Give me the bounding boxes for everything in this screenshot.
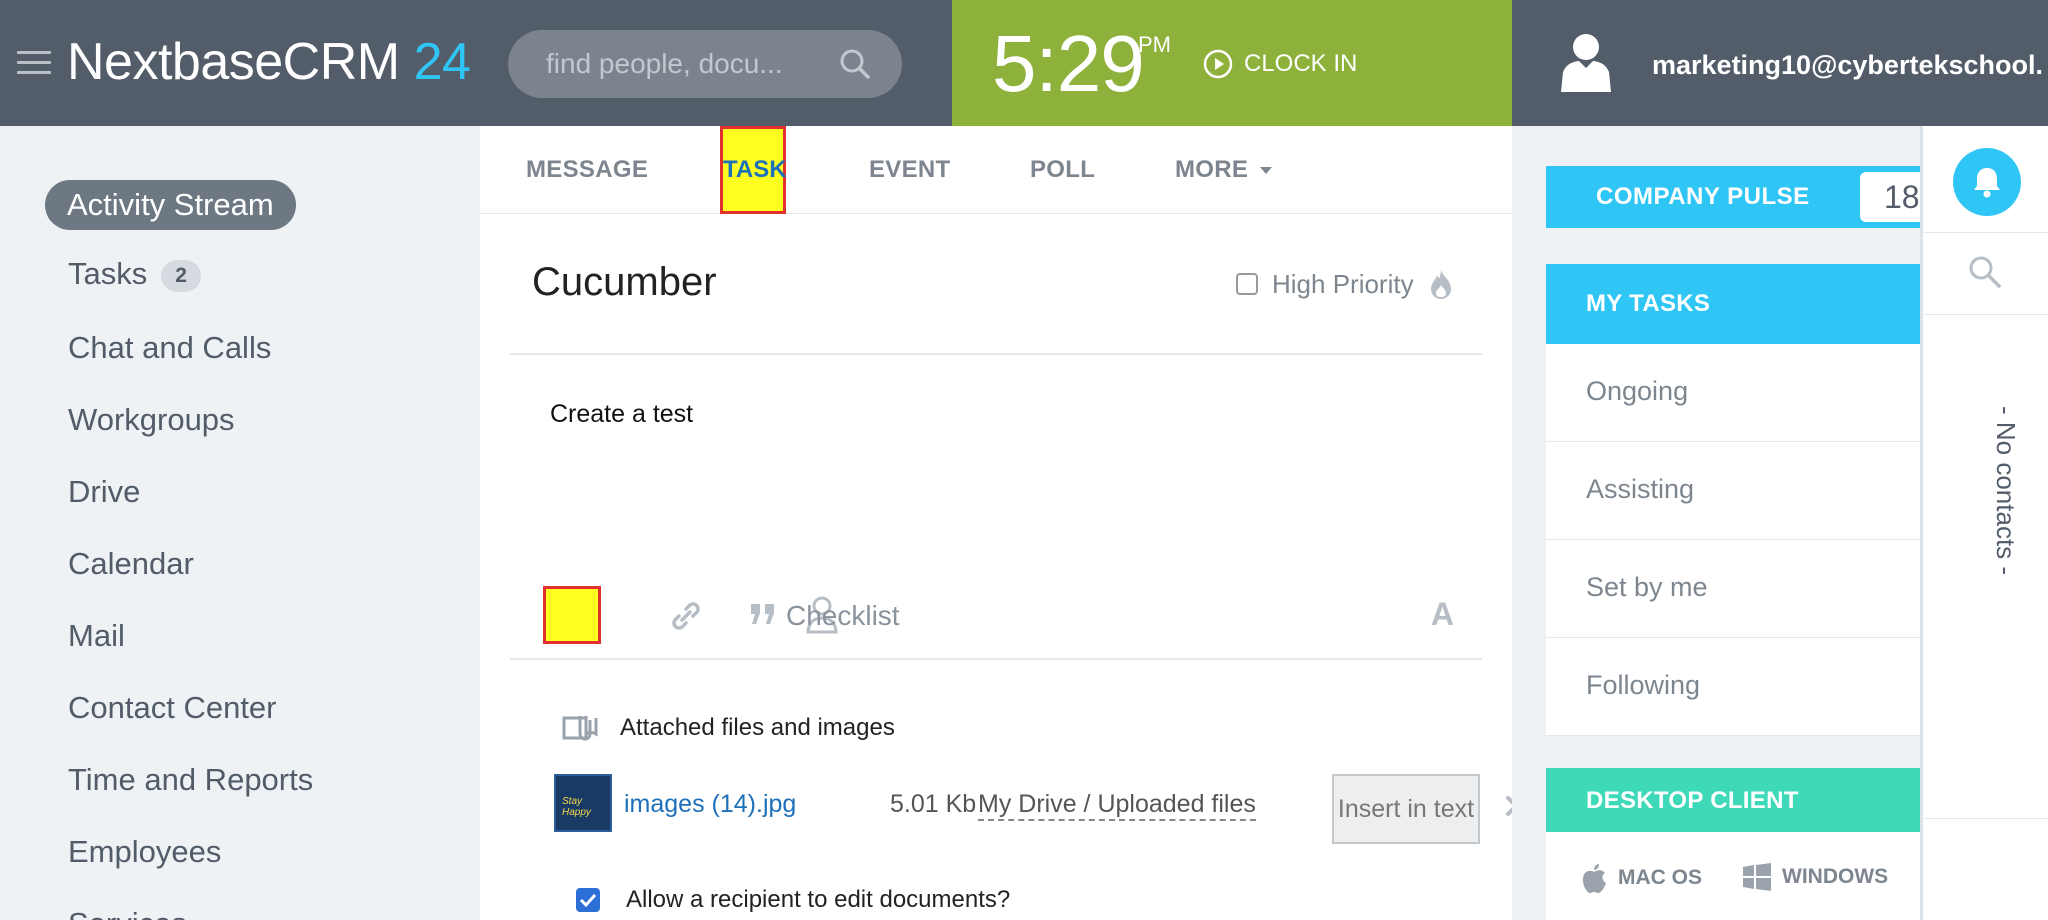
my-tasks-header[interactable]: MY TASKS	[1546, 264, 1922, 344]
allow-edit-checkbox[interactable]	[576, 888, 600, 912]
global-search	[508, 30, 902, 98]
sidebar-item-employees[interactable]: Employees	[68, 834, 221, 870]
tasks-count-badge: 2	[161, 259, 201, 292]
sidebar-item-drive[interactable]: Drive	[68, 474, 140, 510]
rail-divider	[1923, 232, 2048, 233]
sidebar-item-time-and-reports[interactable]: Time and Reports	[68, 762, 313, 798]
logo-text: NextbaseCRM	[67, 33, 400, 91]
clock-widget: 5:29 PM CLOCK IN	[952, 0, 1512, 126]
sidebar-item-tasks[interactable]: Tasks 2	[68, 256, 201, 292]
sidebar-item-calendar[interactable]: Calendar	[68, 546, 194, 582]
text-format-button[interactable]: A	[1431, 596, 1454, 633]
desktop-client-header: DESKTOP CLIENT	[1546, 768, 1922, 832]
task-filter-label: Set by me	[1586, 572, 1708, 602]
quote-icon[interactable]	[748, 600, 778, 630]
tab-more-label: MORE	[1175, 156, 1249, 183]
task-filter-following[interactable]: Following	[1546, 638, 1922, 736]
company-pulse-label: COMPANY PULSE	[1596, 183, 1810, 210]
upload-file-button[interactable]	[543, 586, 601, 644]
play-circle-icon	[1203, 49, 1233, 79]
tab-message[interactable]: MESSAGE	[526, 156, 648, 184]
contacts-rail: - No contacts -	[1920, 126, 2048, 920]
clock-ampm: PM	[1138, 32, 1171, 57]
mac-os-label: MAC OS	[1618, 866, 1702, 889]
sidebar-item-label: Tasks	[68, 256, 148, 291]
contact-search-icon[interactable]	[1967, 254, 2003, 290]
bell-icon	[1974, 168, 2000, 198]
tab-event[interactable]: EVENT	[869, 156, 951, 184]
search-icon[interactable]	[838, 47, 872, 81]
attached-files-header: Attached files and images	[562, 714, 895, 742]
clock-in-button[interactable]: CLOCK IN	[1202, 48, 1357, 80]
logo-number: 24	[413, 33, 471, 91]
attachment-icon	[562, 716, 598, 741]
task-filter-label: Ongoing	[1586, 376, 1689, 406]
allow-edit-option: Allow a recipient to edit documents?	[576, 886, 1010, 914]
user-avatar-icon	[1561, 34, 1611, 92]
tab-poll[interactable]: POLL	[1030, 156, 1095, 184]
windows-download-link[interactable]: WINDOWS	[1742, 862, 1888, 892]
windows-icon	[1743, 863, 1771, 891]
user-email: marketing10@cybertekschool.com	[1652, 50, 2042, 80]
allow-edit-label: Allow a recipient to edit documents?	[626, 886, 1011, 913]
high-priority-checkbox[interactable]	[1236, 273, 1258, 295]
clock-in-label: CLOCK IN	[1244, 50, 1358, 77]
desktop-client-label: DESKTOP CLIENT	[1586, 787, 1799, 814]
sidebar-item-mail[interactable]: Mail	[68, 618, 125, 654]
title-divider	[510, 353, 1482, 355]
sidebar-item-services[interactable]: Services	[68, 906, 187, 920]
hamburger-menu-icon[interactable]	[17, 51, 51, 75]
task-title-input[interactable]: Cucumber	[532, 260, 717, 305]
rail-divider	[1923, 818, 2048, 819]
attached-files-label: Attached files and images	[620, 714, 895, 741]
task-filter-set-by-me[interactable]: Set by me	[1546, 540, 1922, 638]
checklist-button[interactable]: Checklist	[786, 600, 900, 632]
checkmark-icon	[579, 893, 597, 908]
thumbnail-text: Stay Happy	[562, 796, 591, 818]
no-contacts-label: - No contacts -	[1991, 406, 2021, 576]
insert-in-text-button[interactable]: Insert in text	[1332, 774, 1480, 844]
caret-down-icon	[1260, 167, 1273, 175]
task-filter-label: Assisting	[1586, 474, 1695, 504]
mac-os-download-link[interactable]: MAC OS	[1580, 862, 1702, 894]
clock-time: 5:29	[992, 19, 1145, 108]
file-thumbnail[interactable]: Stay Happy	[554, 774, 612, 832]
task-description-editor[interactable]: Create a test	[550, 400, 693, 429]
search-input[interactable]	[546, 45, 806, 83]
editor-toolbar: Checklist A	[510, 584, 1482, 660]
sidebar-item-activity-stream[interactable]: Activity Stream	[45, 180, 296, 230]
composer-tabs: MESSAGE TASK EVENT POLL MORE	[480, 126, 1512, 214]
app-logo[interactable]: NextbaseCRM 24	[67, 32, 471, 92]
flame-icon	[1430, 270, 1451, 299]
user-menu[interactable]: marketing10@cybertekschool.com	[1512, 0, 2048, 126]
file-size: 5.01 Kb	[890, 790, 977, 818]
sidebar-item-workgroups[interactable]: Workgroups	[68, 402, 235, 438]
post-composer: MESSAGE TASK EVENT POLL MORE Cucumber Hi…	[480, 126, 1526, 920]
apple-icon	[1582, 864, 1606, 893]
high-priority-label: High Priority	[1272, 268, 1414, 299]
file-name-link[interactable]: images (14).jpg	[624, 790, 796, 819]
sidebar-item-contact-center[interactable]: Contact Center	[68, 690, 277, 726]
windows-label: WINDOWS	[1782, 865, 1889, 888]
left-sidebar: Activity Stream Tasks 2 Chat and Calls Wo…	[0, 126, 480, 920]
sidebar-item-chat-and-calls[interactable]: Chat and Calls	[68, 330, 271, 366]
rail-divider	[1923, 314, 2048, 315]
task-filter-assisting[interactable]: Assisting	[1546, 442, 1922, 540]
tab-task[interactable]: TASK	[720, 126, 787, 214]
link-icon[interactable]	[668, 598, 704, 634]
right-panel: COMPANY PULSE 18 MY TASKS Ongoing Assist…	[1512, 126, 1930, 920]
desktop-client-downloads: MAC OS WINDOWS	[1546, 832, 1922, 920]
task-filter-label: Following	[1586, 670, 1701, 700]
company-pulse-widget[interactable]: COMPANY PULSE 18	[1546, 166, 1930, 228]
high-priority-toggle[interactable]: High Priority	[1236, 268, 1454, 300]
attached-file-row: Stay Happy images (14).jpg 5.01 Kb My Dr…	[554, 774, 1526, 858]
notifications-button[interactable]	[1953, 148, 2021, 216]
tab-more[interactable]: MORE	[1175, 156, 1273, 184]
file-location-link[interactable]: My Drive / Uploaded files	[978, 790, 1256, 821]
my-tasks-label: MY TASKS	[1586, 290, 1711, 317]
task-filter-ongoing[interactable]: Ongoing	[1546, 344, 1922, 442]
